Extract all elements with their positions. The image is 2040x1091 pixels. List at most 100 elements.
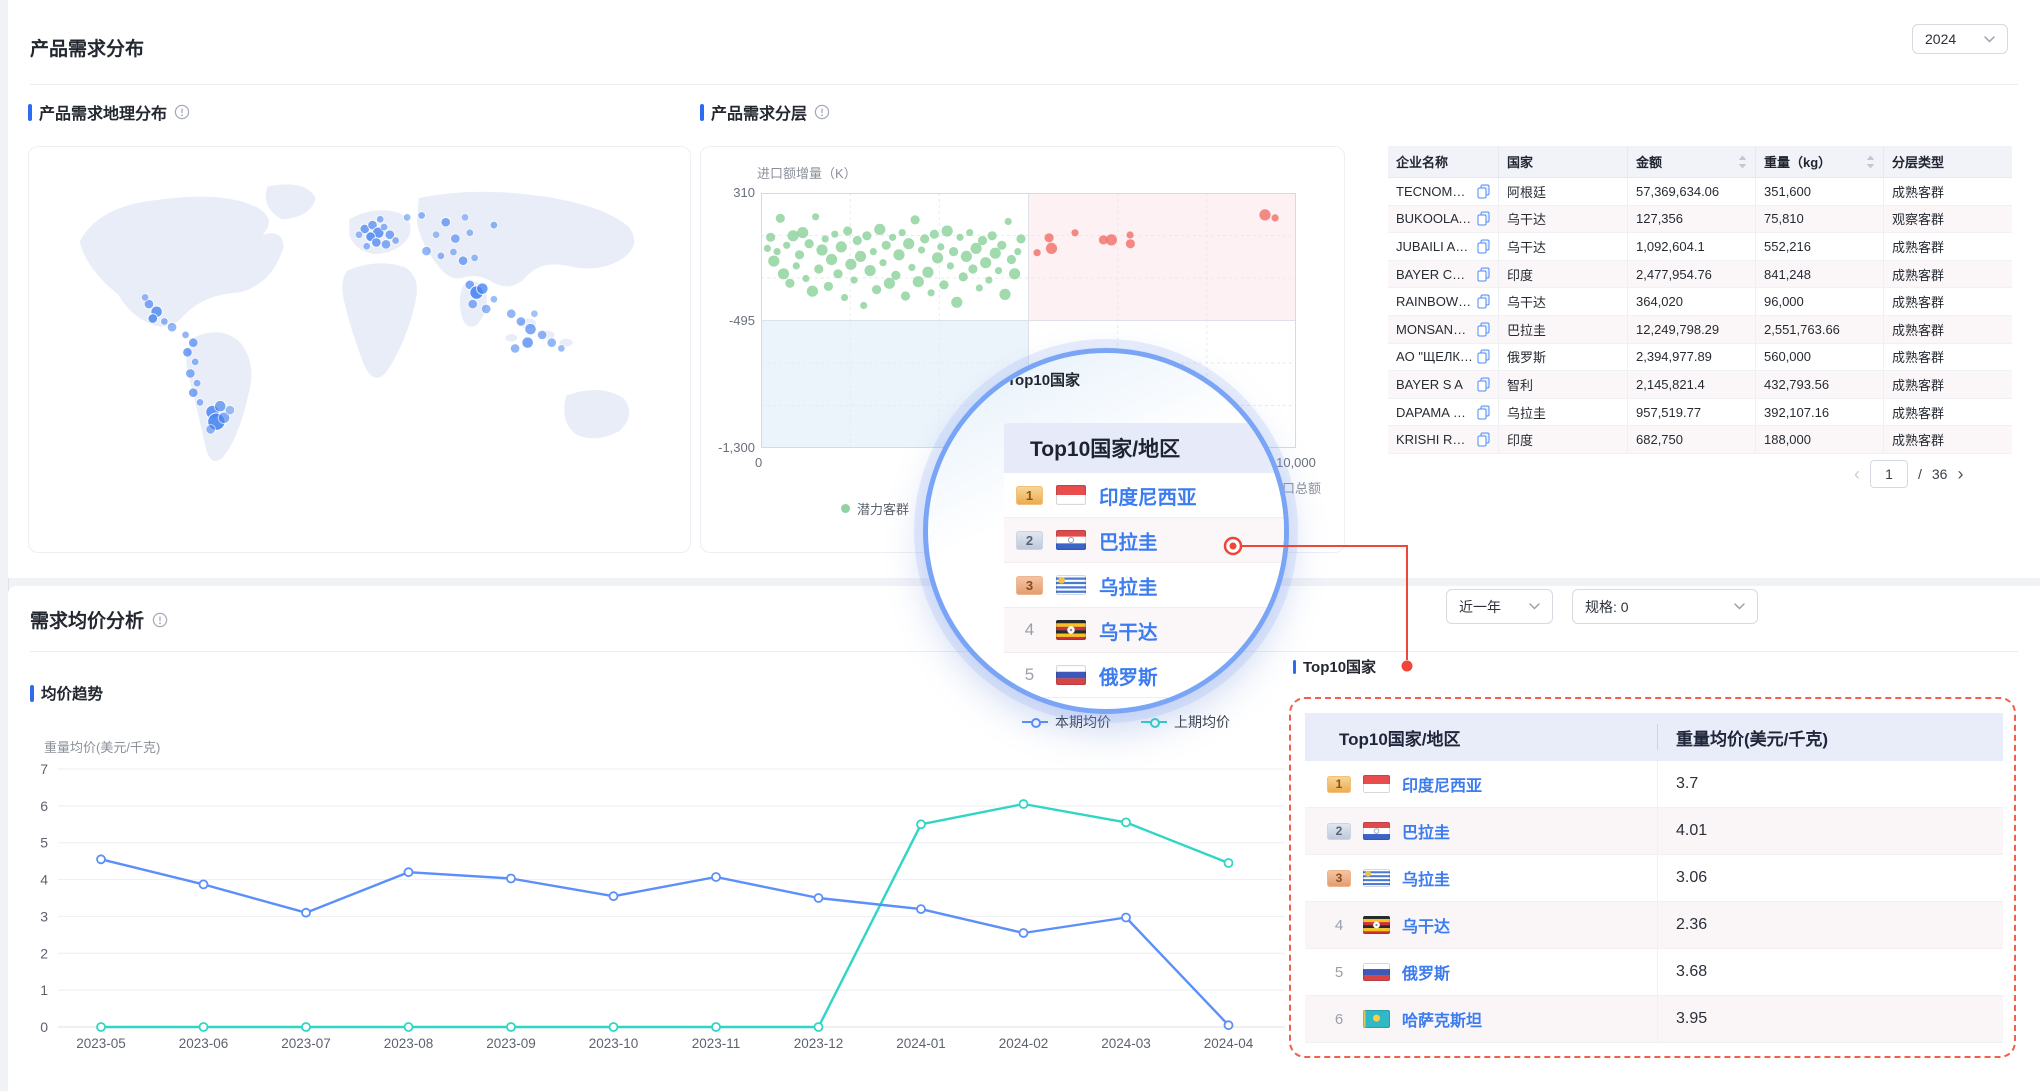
country-link[interactable]: 哈萨克斯坦 xyxy=(1402,1007,1482,1031)
flag-russia-icon xyxy=(1056,665,1086,685)
magnifier-overlay: Top10国家 Top10国家/地区 1印度尼西亚2巴拉圭3乌拉圭4乌干达5俄罗… xyxy=(923,348,1289,714)
avg-price-line-chart[interactable]: 012345672023-052023-062023-072023-082023… xyxy=(30,728,1300,1058)
country-link[interactable]: 印度尼西亚 xyxy=(1099,481,1197,510)
header-divider xyxy=(30,84,2018,85)
country-link[interactable]: 乌拉圭 xyxy=(1402,866,1450,890)
flag-kazakhstan-icon xyxy=(1363,1010,1390,1028)
column-header[interactable]: 金额 xyxy=(1628,146,1756,178)
copy-icon[interactable] xyxy=(1477,239,1490,254)
avg-price-value: 3.06 xyxy=(1657,855,2003,901)
top10-table-row: 6哈萨克斯坦3.95 xyxy=(1305,996,2003,1043)
magnified-top10-row: 2巴拉圭 xyxy=(1004,518,1289,563)
y-tick: -495 xyxy=(709,313,755,328)
page-input[interactable]: 1 xyxy=(1870,460,1908,488)
country-link[interactable]: 巴拉圭 xyxy=(1402,819,1450,843)
rank-medal-badge: 1 xyxy=(1016,486,1043,505)
country-link[interactable]: 乌干达 xyxy=(1099,616,1158,645)
company-name-cell[interactable]: RAINBOW A... xyxy=(1388,288,1499,316)
copy-icon[interactable] xyxy=(1477,322,1490,337)
svg-text:2023-07: 2023-07 xyxy=(281,1036,331,1051)
company-name-cell[interactable]: TECNOMYL ... xyxy=(1388,178,1499,206)
table-cell: 印度 xyxy=(1499,426,1628,454)
sort-icon[interactable] xyxy=(1866,155,1875,169)
year-select[interactable]: 2024 xyxy=(1912,24,2008,54)
country-link[interactable]: 印度尼西亚 xyxy=(1402,772,1482,796)
title-accent-bar xyxy=(700,104,704,121)
flag-indonesia-icon xyxy=(1363,775,1390,793)
sort-icon[interactable] xyxy=(1738,155,1747,169)
table-cell: 392,107.16 xyxy=(1756,399,1884,427)
magnified-top10-row: 3乌拉圭 xyxy=(1004,563,1289,608)
table-cell: 351,600 xyxy=(1756,178,1884,206)
country-link[interactable]: 巴拉圭 xyxy=(1099,526,1158,555)
country-link[interactable]: 俄罗斯 xyxy=(1402,960,1450,984)
table-cell: 成熟客群 xyxy=(1884,426,2012,454)
info-icon[interactable] xyxy=(152,612,168,628)
next-page-button[interactable]: › xyxy=(1957,465,1963,483)
company-name-cell[interactable]: MONSANTO ... xyxy=(1388,316,1499,344)
company-name-cell[interactable]: AO "ЩЕЛКО... xyxy=(1388,344,1499,372)
table-cell: 560,000 xyxy=(1756,344,1884,372)
page-total: 36 xyxy=(1932,466,1948,482)
rank-medal-badge: 3 xyxy=(1327,870,1351,887)
country-link[interactable]: 乌干达 xyxy=(1402,913,1450,937)
rank-medal-badge: 1 xyxy=(1327,776,1351,793)
table-cell: 682,750 xyxy=(1628,426,1756,454)
copy-icon[interactable] xyxy=(1477,405,1490,420)
top10-table-row: 2巴拉圭4.01 xyxy=(1305,808,2003,855)
copy-icon[interactable] xyxy=(1477,349,1490,364)
copy-icon[interactable] xyxy=(1477,267,1490,282)
company-name-cell[interactable]: JUBAILI AGR... xyxy=(1388,233,1499,261)
price-section-header: 需求均价分析 xyxy=(30,606,168,633)
info-icon[interactable] xyxy=(174,104,190,120)
flag-indonesia-icon xyxy=(1056,485,1086,505)
svg-text:6: 6 xyxy=(40,798,48,814)
copy-icon[interactable] xyxy=(1477,211,1490,226)
country-link[interactable]: 乌拉圭 xyxy=(1099,571,1158,600)
company-name-cell[interactable]: DAPAMA UR... xyxy=(1388,399,1499,427)
period-select[interactable]: 近一年 xyxy=(1446,589,1553,624)
trend-panel-header: 均价趋势 xyxy=(30,682,103,704)
copy-icon[interactable] xyxy=(1477,184,1490,199)
company-name-cell[interactable]: BAYER S A xyxy=(1388,371,1499,399)
magnifier-section-title: Top10国家 xyxy=(1007,369,1080,390)
table-cell: 成熟客群 xyxy=(1884,399,2012,427)
top10-section-title: Top10国家 xyxy=(1303,656,1376,677)
table-cell: 智利 xyxy=(1499,371,1628,399)
svg-text:2023-11: 2023-11 xyxy=(692,1036,741,1051)
title-accent-bar xyxy=(28,104,32,121)
copy-icon[interactable] xyxy=(1477,432,1490,447)
company-name-cell[interactable]: KRISHI RASA... xyxy=(1388,426,1499,454)
svg-text:4: 4 xyxy=(40,872,48,888)
prev-page-button[interactable]: ‹ xyxy=(1854,465,1860,483)
svg-text:2023-08: 2023-08 xyxy=(384,1036,434,1051)
legend-dot-icon xyxy=(841,504,850,513)
svg-text:3: 3 xyxy=(40,908,48,924)
company-name-cell[interactable]: BAYER CRO... xyxy=(1388,261,1499,289)
x-tick: 0 xyxy=(755,455,762,470)
price-section-title: 需求均价分析 xyxy=(30,606,144,633)
table-cell: 成熟客群 xyxy=(1884,233,2012,261)
avg-price-value: 3.95 xyxy=(1657,996,2003,1042)
spec-select[interactable]: 规格: 0 xyxy=(1572,589,1758,624)
info-icon[interactable] xyxy=(814,104,830,120)
column-header[interactable]: 重量（kg） xyxy=(1756,146,1884,178)
year-select-value: 2024 xyxy=(1925,31,1956,47)
company-name-cell[interactable]: BUKOOLA C... xyxy=(1388,206,1499,234)
magnifier-list-header: Top10国家/地区 xyxy=(1004,423,1289,473)
table-cell: 75,810 xyxy=(1756,206,1884,234)
top10-highlight-panel: Top10国家/地区 重量均价(美元/千克) 1印度尼西亚3.72巴拉圭4.01… xyxy=(1289,697,2016,1058)
magnifier-top10-list: Top10国家/地区 1印度尼西亚2巴拉圭3乌拉圭4乌干达5俄罗斯 xyxy=(1004,423,1289,698)
top10-table-header: Top10国家/地区 重量均价(美元/千克) xyxy=(1305,713,2003,761)
copy-icon[interactable] xyxy=(1477,294,1490,309)
copy-icon[interactable] xyxy=(1477,377,1490,392)
svg-text:2023-05: 2023-05 xyxy=(76,1036,126,1051)
trend-title: 均价趋势 xyxy=(41,682,103,704)
country-link[interactable]: 俄罗斯 xyxy=(1099,661,1158,690)
scatter-legend-item[interactable]: 潜力客群 xyxy=(841,499,909,518)
table-cell: 成熟客群 xyxy=(1884,344,2012,372)
table-cell: 印度 xyxy=(1499,261,1628,289)
column-header: 重量均价(美元/千克) xyxy=(1657,724,2003,750)
table-cell: 2,551,763.66 xyxy=(1756,316,1884,344)
table-cell: 2,145,821.4 xyxy=(1628,371,1756,399)
